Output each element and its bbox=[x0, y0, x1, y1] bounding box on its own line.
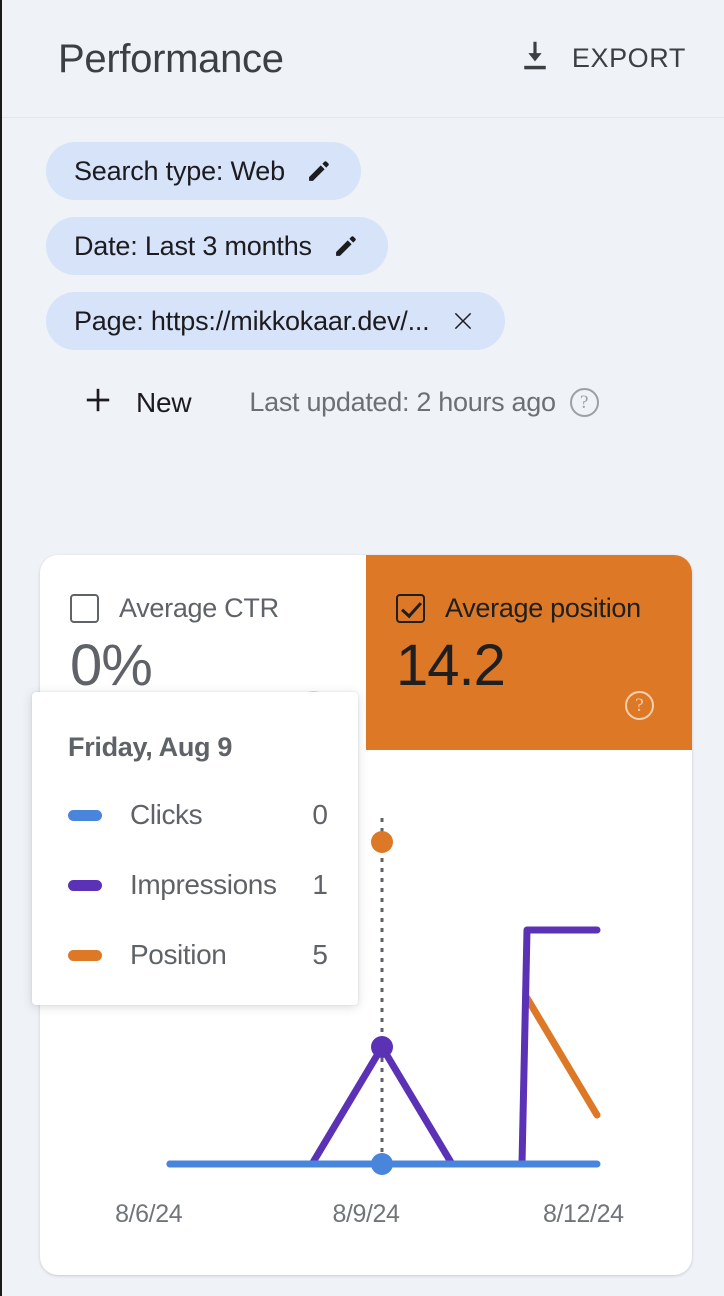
tooltip-row-clicks: Clicks 0 bbox=[68, 799, 328, 831]
tooltip-row-position: Position 5 bbox=[68, 939, 328, 971]
series-position-line bbox=[527, 998, 597, 1115]
tooltip-series-label: Position bbox=[130, 939, 226, 971]
filter-chip-date[interactable]: Date: Last 3 months bbox=[46, 217, 388, 275]
tooltip-series-label: Clicks bbox=[130, 799, 202, 831]
x-tick-label: 8/9/24 bbox=[257, 1200, 474, 1229]
new-filter-button[interactable]: New bbox=[70, 376, 203, 429]
metric-label: Average CTR bbox=[119, 593, 279, 624]
metric-header: Average position bbox=[396, 593, 662, 624]
tooltip-row-impressions: Impressions 1 bbox=[68, 869, 328, 901]
tooltip-series-label: Impressions bbox=[130, 869, 277, 901]
plus-icon bbox=[82, 384, 114, 421]
help-icon[interactable]: ? bbox=[570, 388, 599, 417]
metric-value: 14.2 bbox=[396, 634, 662, 698]
tooltip-series-value: 5 bbox=[312, 939, 328, 971]
tooltip-series-value: 0 bbox=[312, 799, 328, 831]
marker-position bbox=[371, 831, 393, 853]
export-label: EXPORT bbox=[572, 43, 686, 74]
metric-header: Average CTR bbox=[70, 593, 336, 624]
filter-chip-search-type[interactable]: Search type: Web bbox=[46, 142, 361, 200]
x-tick-label: 8/12/24 bbox=[475, 1200, 692, 1229]
chart-tooltip: Friday, Aug 9 Clicks 0 Impressions 1 Pos… bbox=[32, 692, 358, 1005]
tooltip-series-value: 1 bbox=[312, 869, 328, 901]
filter-chip-label: Page: https://mikkokaar.dev/... bbox=[74, 306, 429, 337]
filter-chip-label: Date: Last 3 months bbox=[74, 231, 312, 262]
checkbox-unchecked-icon[interactable] bbox=[70, 594, 99, 623]
metric-value: 0% bbox=[70, 634, 336, 698]
filters-action-row: New Last updated: 2 hours ago ? bbox=[46, 376, 724, 429]
series-color-swatch-clicks bbox=[68, 810, 102, 821]
export-button[interactable]: EXPORT bbox=[516, 37, 690, 80]
page-title: Performance bbox=[58, 39, 284, 79]
page-header: Performance EXPORT bbox=[2, 0, 724, 118]
filter-chip-label: Search type: Web bbox=[74, 156, 285, 187]
close-icon[interactable] bbox=[449, 307, 477, 335]
series-color-swatch-position bbox=[68, 950, 102, 961]
marker-impressions bbox=[371, 1036, 393, 1058]
help-icon[interactable]: ? bbox=[625, 691, 654, 720]
pencil-icon[interactable] bbox=[332, 232, 360, 260]
marker-clicks bbox=[371, 1153, 393, 1175]
tooltip-date: Friday, Aug 9 bbox=[68, 732, 328, 763]
metric-tab-average-position[interactable]: Average position 14.2 ? bbox=[366, 555, 692, 750]
series-color-swatch-impressions bbox=[68, 880, 102, 891]
new-filter-label: New bbox=[136, 387, 191, 419]
x-tick-label: 8/6/24 bbox=[40, 1200, 257, 1229]
last-updated-label: Last updated: 2 hours ago bbox=[249, 387, 555, 418]
metric-label: Average position bbox=[445, 593, 641, 624]
download-icon bbox=[516, 37, 554, 80]
filter-chip-list: Search type: Web Date: Last 3 months Pag… bbox=[2, 118, 724, 429]
chart-x-axis: 8/6/24 8/9/24 8/12/24 bbox=[40, 1200, 692, 1229]
filter-chip-page[interactable]: Page: https://mikkokaar.dev/... bbox=[46, 292, 505, 350]
checkbox-checked-icon[interactable] bbox=[396, 594, 425, 623]
pencil-icon[interactable] bbox=[305, 157, 333, 185]
last-updated-status: Last updated: 2 hours ago ? bbox=[249, 387, 598, 418]
